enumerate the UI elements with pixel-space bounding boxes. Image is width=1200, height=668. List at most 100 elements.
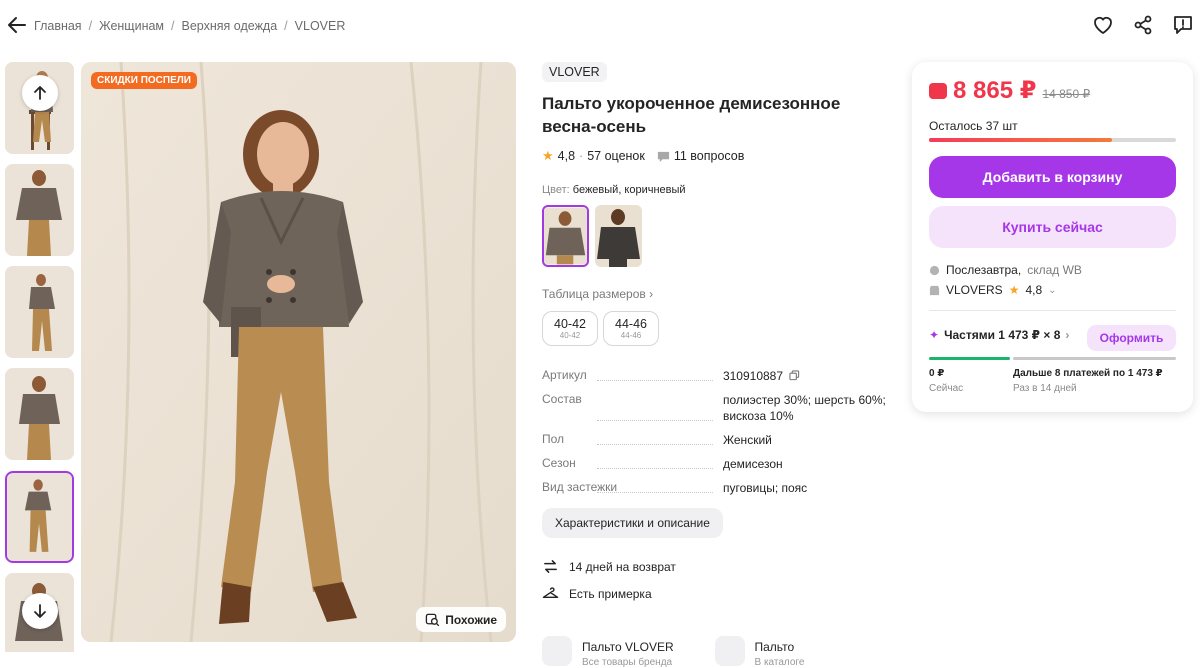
price-block: 8 865 ₽ 14 850 ₽ [929, 76, 1090, 105]
warehouse-text: склад WB [1027, 263, 1082, 277]
product-info: VLOVER Пальто укороченное демисезонное в… [542, 62, 887, 602]
spec-row: Вид застежки пуговицы; пояс [542, 480, 887, 496]
size-table-link[interactable]: Таблица размеров › [542, 287, 887, 301]
sale-badge: СКИДКИ ПОСПЕЛИ [91, 72, 197, 89]
arrow-up-icon [34, 86, 46, 100]
main-product-image[interactable]: СКИДКИ ПОСПЕЛИ Похожие [81, 62, 516, 642]
size-option[interactable]: 44-46 44-46 [603, 311, 659, 346]
spec-value: пуговицы; пояс [722, 481, 808, 495]
chat-icon [657, 151, 669, 162]
checkout-installments-button[interactable]: Оформить [1087, 325, 1176, 351]
tag-icon [542, 636, 572, 666]
thumbnail-strip [5, 62, 75, 652]
divider [929, 310, 1176, 311]
brand-products-card[interactable]: Пальто VLOVER Все товары бренда [542, 636, 715, 668]
back-arrow-icon[interactable] [6, 14, 28, 36]
return-icon [544, 560, 557, 573]
spec-key: Состав [542, 392, 723, 424]
stock-progress-fill [929, 138, 1112, 142]
spec-key: Пол [542, 432, 723, 448]
stock-text: Осталось 37 шт [929, 119, 1018, 133]
spec-key: Вид застежки [542, 480, 723, 496]
share-icon[interactable] [1132, 14, 1154, 36]
thumbnail-active[interactable] [5, 471, 74, 563]
split-icon: ✦ [929, 328, 940, 342]
seller-info[interactable]: VLOVERS ★ 4,8 ⌄ [929, 283, 1057, 297]
seller-name: VLOVERS [946, 283, 1003, 297]
spec-value: полиэстер 30%; шерсть 60%; вискоза 10% [722, 393, 886, 423]
stock-progress [929, 138, 1176, 142]
rating-row: ★ 4,8 · 57 оценок 11 вопросов [542, 148, 745, 163]
questions-link[interactable]: 11 вопросов [657, 149, 745, 163]
thumbnail[interactable] [5, 266, 74, 358]
rating-value: 4,8 [557, 149, 576, 163]
reviews-link[interactable]: 57 оценок [587, 149, 645, 163]
plan-now-amount: 0 ₽ [929, 368, 945, 379]
breadcrumb-home[interactable]: Главная [34, 19, 82, 33]
plan-next-label: Раз в 14 дней [1013, 383, 1077, 394]
spec-value: 310910887 [723, 368, 887, 384]
specs-table: Артикул 310910887 Состав полиэстер 30%; ш… [542, 368, 887, 496]
chevron-right-icon: › [649, 287, 654, 301]
hanger-icon [542, 587, 559, 598]
brand-tag[interactable]: VLOVER [542, 62, 607, 82]
layers-icon [714, 636, 745, 666]
box-icon [929, 265, 940, 275]
star-icon: ★ [542, 148, 554, 163]
thumbnail[interactable] [5, 368, 74, 460]
card-title: Пальто [754, 640, 795, 654]
similar-button[interactable]: Похожие [416, 607, 506, 632]
wallet-icon [929, 82, 947, 99]
color-swatch-brown[interactable] [595, 205, 642, 267]
chevron-right-icon: › [1065, 328, 1070, 342]
add-to-cart-button[interactable]: Добавить в корзину [929, 156, 1176, 198]
star-icon: ★ [1008, 283, 1020, 297]
thumbnail[interactable] [5, 164, 74, 256]
buy-now-button[interactable]: Купить сейчас [929, 206, 1176, 248]
installments-info[interactable]: ✦ Частями 1 473 ₽ × 8 › [929, 328, 1069, 342]
buy-box: 8 865 ₽ 14 850 ₽ Осталось 37 шт Добавить… [912, 62, 1193, 412]
return-text: 14 дней на возврат [569, 559, 676, 574]
breadcrumb-women[interactable]: Женщинам [99, 19, 164, 33]
plan-bar-now [929, 357, 1010, 360]
scroll-down-button[interactable] [22, 593, 58, 629]
scroll-up-button[interactable] [22, 75, 58, 111]
spec-row: Пол Женский [542, 432, 887, 448]
spec-row: Сезон демисезон [542, 456, 887, 472]
card-title: Пальто VLOVER [582, 640, 674, 654]
breadcrumb-outerwear[interactable]: Верхняя одежда [182, 19, 278, 33]
plan-bar-next [1013, 357, 1176, 360]
old-price: 14 850 ₽ [1042, 87, 1091, 101]
spec-key: Сезон [542, 456, 723, 472]
plan-now-label: Сейчас [929, 383, 964, 394]
spec-value: Женский [722, 433, 772, 447]
size-option[interactable]: 40-42 40-42 [542, 311, 598, 346]
copy-icon[interactable] [789, 370, 800, 381]
fitting-info: Есть примерка [542, 585, 887, 602]
report-icon[interactable] [1172, 14, 1194, 36]
spec-key: Артикул [542, 368, 723, 384]
arrow-down-icon [34, 604, 46, 618]
color-swatches [542, 205, 887, 267]
category-card[interactable]: Пальто В каталоге [714, 636, 888, 668]
color-swatch-beige[interactable] [542, 205, 589, 267]
fitting-text: Есть примерка [569, 586, 652, 601]
similar-search-icon [425, 613, 440, 627]
spec-row: Состав полиэстер 30%; шерсть 60%; вискоза… [542, 392, 887, 424]
breadcrumb: Главная / Женщинам / Верхняя одежда / VLOVE… [34, 19, 346, 33]
breadcrumb-brand[interactable]: VLOVER [295, 19, 346, 33]
seller-rating: 4,8 [1025, 283, 1043, 297]
spec-row: Артикул 310910887 [542, 368, 887, 384]
top-bar: Главная / Женщинам / Верхняя одежда / VLOVE… [0, 0, 1200, 52]
spec-value: демисезон [722, 457, 783, 471]
characteristics-button[interactable]: Характеристики и описание [542, 508, 723, 538]
store-icon [929, 285, 940, 295]
related-links: Пальто VLOVER Все товары бренда Пальто В к… [542, 636, 887, 668]
color-value: бежевый, коричневый [572, 184, 686, 196]
questions-count: 11 вопросов [673, 149, 745, 163]
similar-label: Похожие [445, 612, 497, 627]
color-label: Цвет: бежевый, коричневый [542, 184, 686, 196]
chevron-down-icon: ⌄ [1048, 284, 1057, 296]
size-options: 40-42 40-42 44-46 44-46 [542, 311, 887, 346]
heart-icon[interactable] [1092, 14, 1114, 36]
